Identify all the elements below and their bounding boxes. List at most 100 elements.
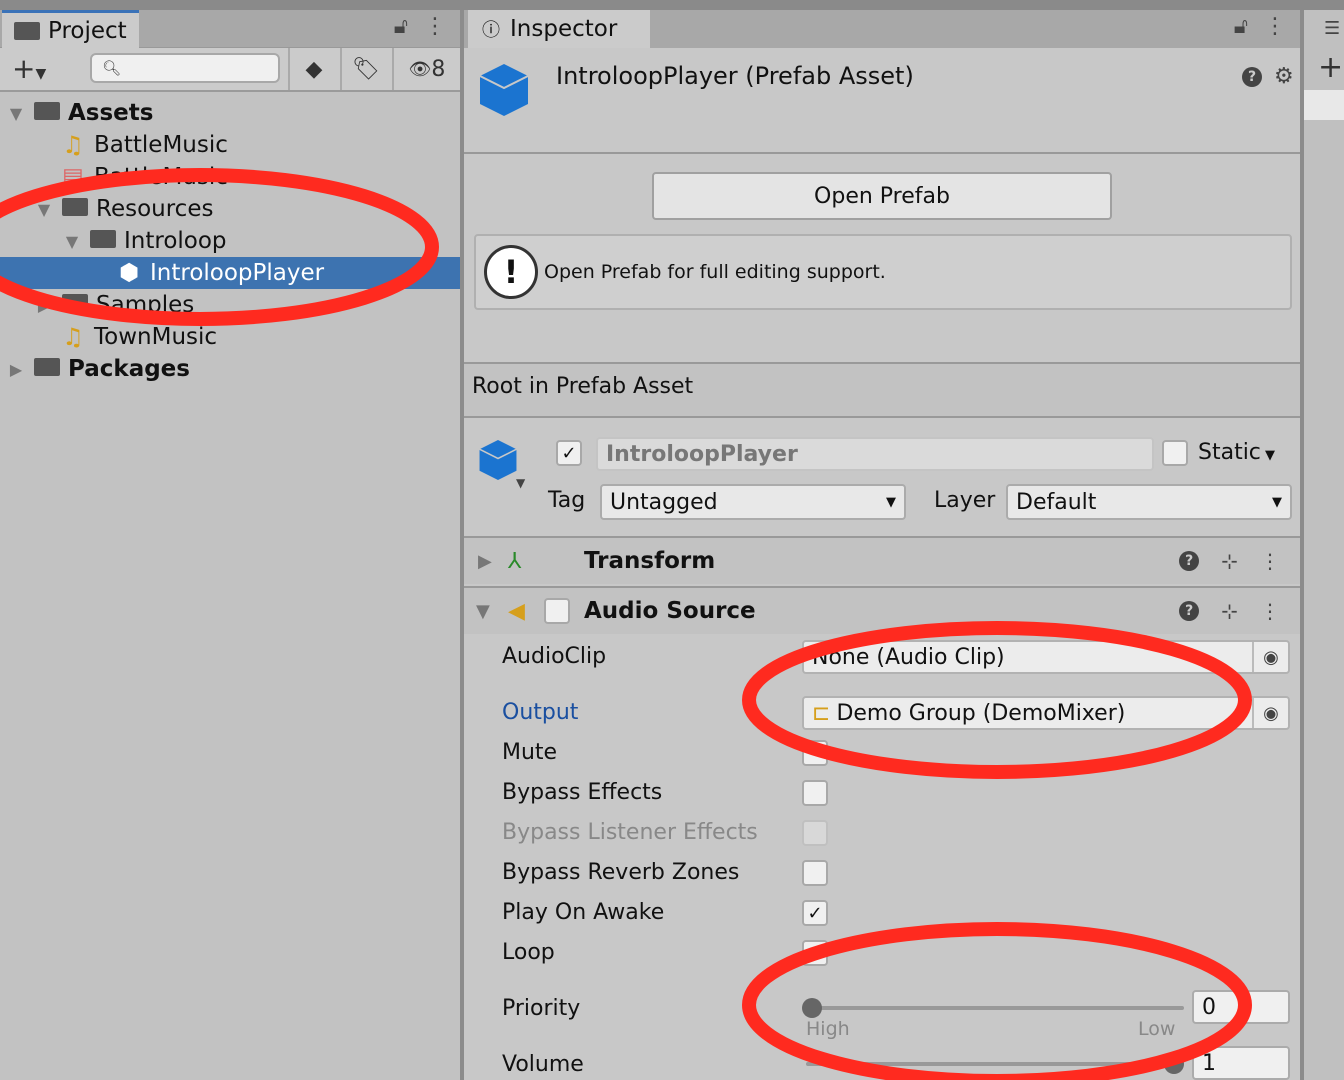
help-icon[interactable]: ? [1242, 66, 1262, 87]
tag-icon: 🏷︎ [352, 56, 380, 82]
project-toolbar: +▼ 🔍︎ ◆ 🏷︎ 👁︎ 8 [0, 48, 460, 92]
tab-label: Inspector [510, 16, 618, 42]
presets-icon[interactable]: ⊹ [1221, 599, 1238, 623]
expand-arrow-icon[interactable]: ▼ [64, 232, 80, 251]
help-icon[interactable]: ? [1179, 551, 1200, 571]
tree-item-townmusic[interactable]: ♫ TownMusic [0, 321, 460, 353]
tree-item-samples[interactable]: ▶ Samples [0, 289, 460, 321]
presets-icon[interactable]: ⊹ [1221, 549, 1238, 573]
priority-low-label: Low [1138, 1018, 1176, 1040]
static-dropdown[interactable]: Static ▼ [1198, 440, 1275, 465]
priority-slider-thumb[interactable] [802, 998, 822, 1018]
search-input[interactable]: 🔍︎ [90, 53, 280, 83]
tree-item-introloopplayer[interactable]: ⬢ IntroloopPlayer [0, 257, 460, 289]
component-title: Audio Source [584, 598, 756, 624]
tree-item-label: TownMusic [94, 324, 218, 350]
plus-icon[interactable]: + [1318, 50, 1343, 85]
volume-slider-thumb[interactable] [1164, 1054, 1184, 1074]
filter-by-label-button[interactable]: 🏷︎ [340, 48, 390, 90]
lock-icon[interactable]: 🔓︎ [1234, 14, 1248, 39]
tree-item-label: Introloop [124, 228, 227, 254]
bypass-listener-effects-checkbox [802, 820, 828, 846]
kebab-menu-icon[interactable]: ⋮ [1264, 14, 1286, 39]
expand-arrow-icon[interactable]: ▶ [36, 296, 52, 315]
top-strip [0, 0, 1344, 10]
chevron-down-icon: ▼ [1272, 494, 1282, 510]
lock-icon[interactable]: 🔓︎ [394, 14, 408, 39]
warning-icon: ! [484, 245, 538, 299]
tree-item-label: Packages [68, 356, 190, 382]
bypass-effects-checkbox[interactable] [802, 780, 828, 806]
list-icon[interactable]: ☰ [1324, 18, 1340, 39]
root-in-prefab-label: Root in Prefab Asset [464, 364, 1300, 416]
collapse-arrow-icon[interactable]: ▼ [476, 601, 490, 622]
audioclip-value: None (Audio Clip) [812, 644, 1005, 670]
layer-value: Default [1016, 489, 1097, 515]
tree-item-battlemusic-mixer[interactable]: ▤ BattleMusic [0, 161, 460, 193]
chevron-down-icon: ▼ [35, 66, 47, 82]
open-prefab-button[interactable]: Open Prefab [652, 172, 1112, 220]
tab-inspector[interactable]: ⓘ Inspector [468, 10, 650, 48]
priority-input[interactable]: 0 [1192, 990, 1290, 1024]
side-field[interactable] [1304, 90, 1344, 120]
kebab-menu-icon[interactable]: ⋮ [1260, 549, 1280, 573]
tab-label: Project [48, 17, 127, 44]
hidden-packages-button[interactable]: 👁︎ 8 [392, 48, 460, 90]
gear-icon[interactable]: ⚙ [1274, 64, 1294, 89]
static-checkbox[interactable] [1162, 440, 1188, 466]
tree-item-label: Assets [68, 100, 154, 126]
tab-project[interactable]: Project [2, 10, 139, 48]
tree-item-resources[interactable]: ▼ Resources [0, 193, 460, 225]
folder-open-icon [62, 196, 88, 222]
volume-input[interactable]: 1 [1192, 1046, 1290, 1080]
output-label[interactable]: Output [502, 700, 578, 725]
kebab-menu-icon[interactable]: ⋮ [424, 14, 446, 39]
tree-item-assets[interactable]: ▼ Assets [0, 97, 460, 129]
component-enabled-checkbox[interactable] [544, 598, 570, 624]
layer-dropdown[interactable]: Default ▼ [1006, 484, 1292, 520]
object-picker-icon[interactable]: ◉ [1252, 642, 1288, 672]
tree-item-introloop[interactable]: ▼ Introloop [0, 225, 460, 257]
inspector-tabbar: ⓘ Inspector 🔓︎ ⋮ [464, 10, 1300, 48]
mute-checkbox[interactable] [802, 740, 828, 766]
audioclip-field[interactable]: None (Audio Clip) ◉ [802, 640, 1290, 674]
expand-arrow-icon[interactable]: ▼ [8, 104, 24, 123]
component-transform-header[interactable]: ▶ ⅄ Transform ? ⊹ ⋮ [464, 536, 1300, 584]
divider [464, 152, 1300, 154]
mixer-group-icon: ⊏ [812, 700, 831, 726]
tree-item-battlemusic[interactable]: ♫ BattleMusic [0, 129, 460, 161]
component-audio-source-header[interactable]: ▼ ◀ Audio Source ? ⊹ ⋮ [464, 586, 1300, 634]
folder-icon [62, 292, 88, 318]
create-button[interactable]: +▼ [12, 52, 46, 85]
tag-dropdown[interactable]: Untagged ▼ [600, 484, 906, 520]
hidden-count: 8 [431, 56, 446, 82]
inspector-header-title: IntroloopPlayer (Prefab Asset) [556, 62, 914, 90]
bypass-reverb-zones-checkbox[interactable] [802, 860, 828, 886]
project-tabbar: Project 🔓︎ ⋮ [0, 10, 460, 48]
object-picker-icon[interactable]: ◉ [1252, 698, 1288, 728]
speaker-icon: ◀ [508, 598, 525, 624]
static-label: Static [1198, 440, 1261, 465]
output-field[interactable]: ⊏ Demo Group (DemoMixer) ◉ [802, 696, 1290, 730]
object-name-field[interactable]: IntroloopPlayer [596, 437, 1154, 471]
icon-dropdown-arrow-icon[interactable]: ▼ [516, 476, 525, 490]
kebab-menu-icon[interactable]: ⋮ [1260, 599, 1280, 623]
chevron-down-icon: ▼ [1260, 448, 1276, 463]
plus-icon: + [12, 52, 36, 85]
tree-item-label: BattleMusic [94, 132, 228, 158]
volume-slider-track[interactable] [806, 1062, 1184, 1066]
play-on-awake-checkbox[interactable]: ✓ [802, 900, 828, 926]
checkmark-icon: ✓ [561, 442, 577, 464]
expand-arrow-icon[interactable]: ▶ [8, 360, 24, 379]
bypass-reverb-zones-label: Bypass Reverb Zones [502, 860, 740, 885]
active-checkbox[interactable]: ✓ [556, 440, 582, 466]
filter-by-type-button[interactable]: ◆ [288, 48, 338, 90]
priority-label: Priority [502, 996, 581, 1021]
loop-checkbox[interactable] [802, 940, 828, 966]
expand-arrow-icon[interactable]: ▼ [36, 200, 52, 219]
tree-item-packages[interactable]: ▶ Packages [0, 353, 460, 385]
priority-slider-track[interactable] [806, 1006, 1184, 1010]
help-icon[interactable]: ? [1179, 601, 1200, 621]
help-box: ! Open Prefab for full editing support. [474, 234, 1292, 310]
expand-arrow-icon[interactable]: ▶ [478, 551, 492, 572]
